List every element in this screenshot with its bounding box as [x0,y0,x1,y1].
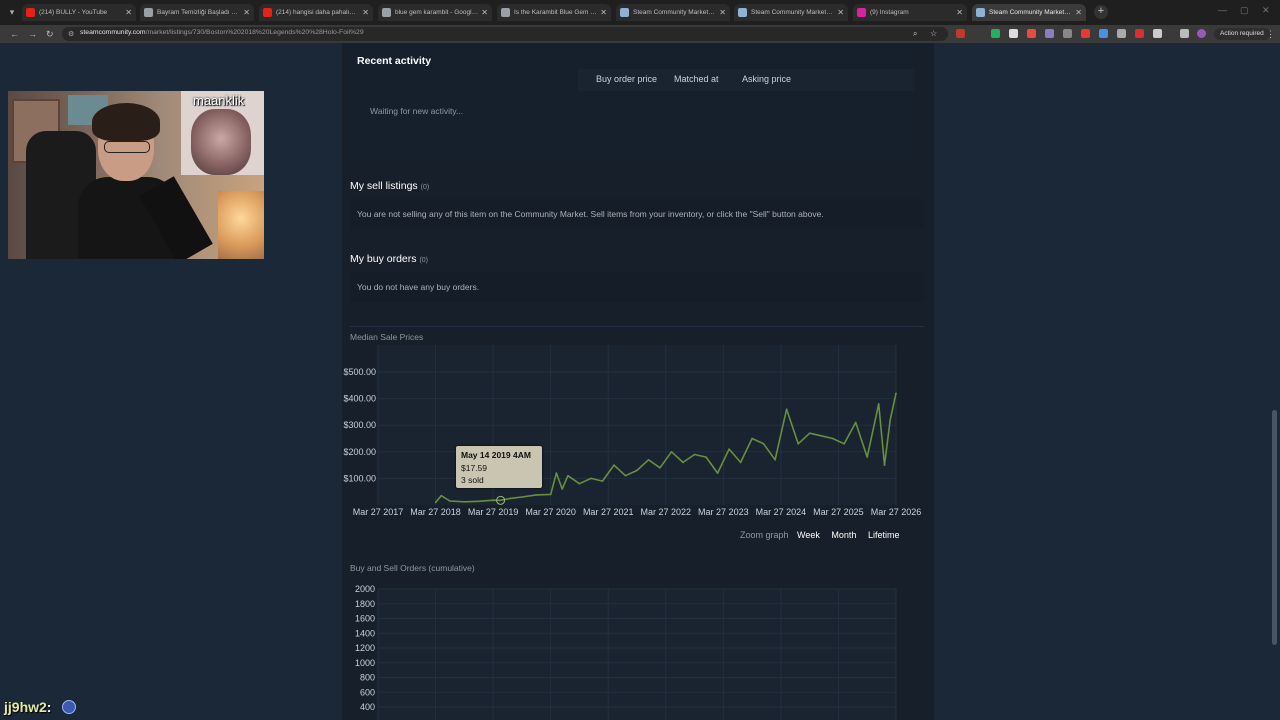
x-tick-label: Mar 27 2018 [410,507,461,517]
x-tick-label: Mar 27 2021 [583,507,634,517]
price-point [728,448,730,450]
x-tick-label: Mar 27 2023 [698,507,749,517]
x-tick-label: Mar 27 2017 [353,507,404,517]
y-tick-label: $400.00 [343,394,376,404]
price-point [883,464,886,466]
scrollbar[interactable] [1272,410,1277,645]
price-point [434,501,437,504]
x-tick-label: Mar 27 2025 [813,507,864,517]
price-point [449,500,451,502]
lamp [218,191,264,259]
price-point [624,474,627,477]
orders-y-tick-label: 1000 [355,658,375,668]
y-tick-label: $500.00 [343,367,376,377]
price-point [549,493,552,496]
x-tick-label: Mar 27 2022 [641,507,692,517]
price-point [463,501,466,503]
price-point [716,472,719,474]
price-point [499,499,502,502]
price-point [601,480,604,482]
price-point [774,458,776,461]
y-tick-label: $100.00 [343,473,376,483]
orders-y-tick-label: 1800 [355,599,375,609]
price-point [647,458,650,461]
x-tick-label: Mar 27 2020 [525,507,576,517]
x-tick-label: Mar 27 2024 [756,507,807,517]
price-point [785,408,788,411]
orders-y-tick-label: 400 [360,702,375,712]
price-point [854,421,857,424]
price-point [693,453,696,456]
price-point [831,437,834,440]
price-point [555,472,558,474]
y-tick-label: $300.00 [343,420,376,430]
price-point [492,499,494,502]
price-point [567,474,569,477]
orders-y-tick-label: 1200 [355,643,375,653]
chart-tooltip: May 14 2019 4AM $17.59 3 sold [456,446,542,488]
price-point [895,392,897,395]
y-tick-label: $200.00 [343,447,376,457]
tooltip-price: $17.59 [461,462,487,473]
price-point [797,443,799,445]
price-point [521,496,523,498]
price-point [535,494,538,496]
glasses [104,141,150,153]
orders-y-tick-label: 600 [360,687,375,697]
orders-y-tick-label: 800 [360,673,375,683]
chat-emote-icon [62,700,76,714]
price-point [739,461,742,464]
price-point [440,494,443,497]
price-point [636,469,638,472]
x-tick-label: Mar 27 2026 [871,507,922,517]
price-point [889,419,892,421]
price-point [578,482,581,485]
price-point [820,435,822,437]
orders-y-tick-label: 2000 [355,584,375,594]
price-point [808,432,811,434]
price-point [877,403,880,405]
orders-y-tick-label: 1400 [355,628,375,638]
price-point [477,500,480,503]
price-point [670,451,673,453]
chat-username: jj9hw2 [4,699,47,715]
price-point [682,461,684,464]
price-point [866,456,869,458]
streamer-name: maanklik [193,93,245,108]
price-point [762,443,765,445]
price-point [509,497,512,500]
chat-message: jj9hw2: [4,699,52,715]
webcam-overlay: maanklik [8,91,264,259]
tooltip-sold: 3 sold [461,475,484,485]
tooltip-date: May 14 2019 4AM [461,450,531,460]
price-point [590,477,592,480]
price-point [843,443,845,445]
price-point [561,488,563,490]
price-point [751,437,753,440]
x-tick-label: Mar 27 2019 [468,507,519,517]
price-point [659,466,661,469]
price-point [705,456,707,458]
orders-plot-area [378,589,896,720]
orders-y-tick-label: 1600 [355,614,375,624]
price-point [613,464,615,466]
